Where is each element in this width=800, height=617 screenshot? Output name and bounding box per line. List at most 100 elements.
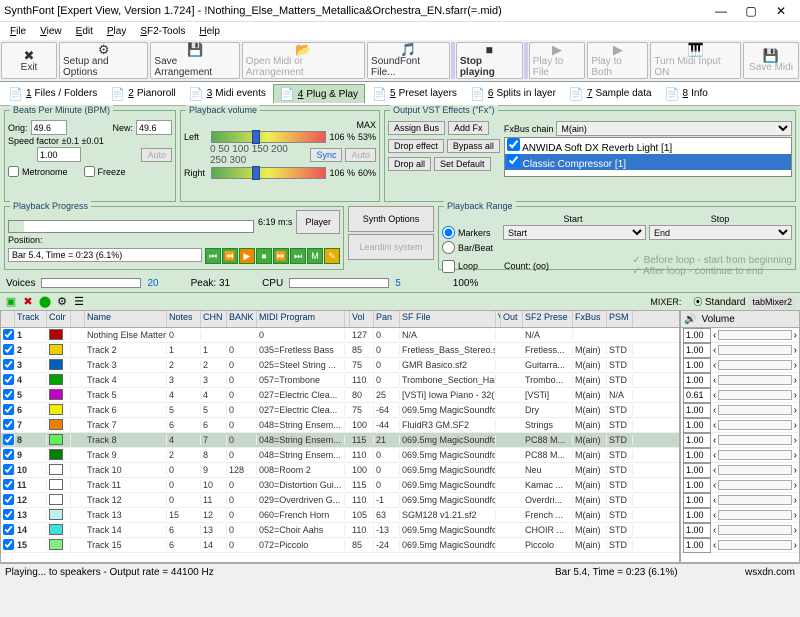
table-row[interactable]: 5 Track 5 4 4 0 027=Electric Clea... 80 … bbox=[1, 388, 679, 403]
mix-value[interactable] bbox=[683, 493, 711, 508]
metronome-check[interactable] bbox=[8, 166, 19, 177]
sync-button[interactable]: Sync bbox=[310, 148, 342, 162]
mix-slider[interactable] bbox=[718, 510, 791, 520]
stop-icon[interactable]: ⏹ bbox=[256, 248, 272, 264]
tb-setup-and-options[interactable]: ⚙Setup and Options bbox=[59, 42, 148, 79]
col-header[interactable]: CHN bbox=[201, 311, 227, 327]
menu-edit[interactable]: Edit bbox=[70, 25, 99, 38]
col-header[interactable]: SF2 Prese bbox=[523, 311, 573, 327]
fx-item[interactable]: Classic Compressor [1] bbox=[505, 154, 791, 170]
table-row[interactable]: 10 Track 10 0 9 128 008=Room 2 100 0 069… bbox=[1, 463, 679, 478]
mix-slider[interactable] bbox=[718, 450, 791, 460]
end-select[interactable]: End bbox=[649, 225, 792, 240]
table-row[interactable]: 14 Track 14 6 13 0 052=Choir Aahs 110 -1… bbox=[1, 523, 679, 538]
bpm-new[interactable] bbox=[136, 120, 172, 135]
drop-effect[interactable]: Drop effect bbox=[388, 139, 444, 153]
mix-value[interactable] bbox=[683, 343, 711, 358]
x-icon[interactable]: ✖ bbox=[21, 295, 35, 309]
mix-slider[interactable] bbox=[718, 330, 791, 340]
tab-plug-play[interactable]: 📄4 Plug & Play bbox=[273, 84, 365, 103]
end-icon[interactable]: ⏭ bbox=[290, 248, 306, 264]
tab-info[interactable]: 📄8 Info bbox=[659, 85, 714, 103]
table-row[interactable]: 12 Track 12 0 11 0 029=Overdriven G... 1… bbox=[1, 493, 679, 508]
player-button[interactable]: Player bbox=[296, 210, 340, 234]
table-row[interactable]: 2 Track 2 1 1 0 035=Fretless Bass 85 0 F… bbox=[1, 343, 679, 358]
mix-value[interactable] bbox=[683, 508, 711, 523]
table-row[interactable]: 6 Track 6 5 5 0 027=Electric Clea... 75 … bbox=[1, 403, 679, 418]
edit-icon[interactable]: ✎ bbox=[324, 248, 340, 264]
mix-value[interactable] bbox=[683, 418, 711, 433]
table-row[interactable]: 15 Track 15 6 14 0 072=Piccolo 85 -24 06… bbox=[1, 538, 679, 553]
col-header[interactable]: MIDI Program bbox=[257, 311, 345, 327]
mix-value[interactable] bbox=[683, 448, 711, 463]
tab-pianoroll[interactable]: 📄2 Pianoroll bbox=[104, 85, 181, 103]
mix-value[interactable] bbox=[683, 523, 711, 538]
col-header[interactable]: Name bbox=[85, 311, 167, 327]
check-icon[interactable]: ▣ bbox=[4, 295, 18, 309]
fwd-icon[interactable]: ⏩ bbox=[273, 248, 289, 264]
mix-value[interactable] bbox=[683, 463, 711, 478]
fx-item[interactable]: ANWIDA Soft DX Reverb Light [1] bbox=[505, 138, 791, 154]
close-button[interactable]: ✕ bbox=[766, 2, 796, 20]
fx-list[interactable]: ANWIDA Soft DX Reverb Light [1] Classic … bbox=[504, 137, 792, 177]
tb-soundfont-file-[interactable]: 🎵SoundFont File... bbox=[367, 42, 450, 79]
gear-icon[interactable]: ⚙ bbox=[55, 295, 69, 309]
mix-value[interactable] bbox=[683, 388, 711, 403]
table-row[interactable]: 8 Track 8 4 7 0 048=String Ensem... 115 … bbox=[1, 433, 679, 448]
col-header[interactable]: Out bbox=[501, 311, 523, 327]
marker-icon[interactable]: M bbox=[307, 248, 323, 264]
col-header[interactable]: FxBus bbox=[573, 311, 607, 327]
table-row[interactable]: 7 Track 7 6 6 0 048=String Ensem... 100 … bbox=[1, 418, 679, 433]
mix-slider[interactable] bbox=[718, 420, 791, 430]
vol-auto[interactable]: Auto bbox=[345, 148, 376, 162]
circle-icon[interactable]: ⬤ bbox=[38, 295, 52, 309]
mix-slider[interactable] bbox=[718, 435, 791, 445]
table-row[interactable]: 11 Track 11 0 10 0 030=Distortion Gui...… bbox=[1, 478, 679, 493]
leardini[interactable]: Leardini system bbox=[348, 234, 434, 260]
add-fx[interactable]: Add Fx bbox=[448, 121, 489, 135]
markers-radio[interactable] bbox=[442, 226, 455, 239]
table-row[interactable]: 4 Track 4 3 3 0 057=Trombone 110 0 Tromb… bbox=[1, 373, 679, 388]
mix-value[interactable] bbox=[683, 328, 711, 343]
mix-value[interactable] bbox=[683, 433, 711, 448]
col-header[interactable]: SF File bbox=[400, 311, 496, 327]
mix-slider[interactable] bbox=[718, 405, 791, 415]
right-volume-slider[interactable] bbox=[211, 167, 326, 179]
mix-value[interactable] bbox=[683, 478, 711, 493]
menu-sf2-tools[interactable]: SF2-Tools bbox=[134, 25, 191, 38]
tab-midi-events[interactable]: 📄3 Midi events bbox=[183, 85, 272, 103]
rewind-icon[interactable]: ⏮ bbox=[205, 248, 221, 264]
menu-view[interactable]: View bbox=[34, 25, 68, 38]
tab-files-folders[interactable]: 📄1 Files / Folders bbox=[2, 85, 103, 103]
tb-exit[interactable]: ✖Exit bbox=[1, 42, 57, 79]
mix-slider[interactable] bbox=[718, 525, 791, 535]
bpm-orig[interactable] bbox=[31, 120, 67, 135]
tab-splits-in-layer[interactable]: 📄6 Splits in layer bbox=[464, 85, 562, 103]
mix-value[interactable] bbox=[683, 373, 711, 388]
mix-slider[interactable] bbox=[718, 390, 791, 400]
tb-save-arrangement[interactable]: 💾Save Arrangement bbox=[150, 42, 239, 79]
tab-preset-layers[interactable]: 📄5 Preset layers bbox=[366, 85, 463, 103]
col-header[interactable] bbox=[71, 311, 85, 327]
menu-help[interactable]: Help bbox=[193, 25, 226, 38]
table-row[interactable]: 1 Nothing Else Matters - 0 0 127 0 N/A N… bbox=[1, 328, 679, 343]
table-row[interactable]: 13 Track 13 15 12 0 060=French Horn 105 … bbox=[1, 508, 679, 523]
mix-slider[interactable] bbox=[718, 345, 791, 355]
menu-file[interactable]: File bbox=[4, 25, 32, 38]
loop-check[interactable] bbox=[442, 260, 455, 273]
bpm-auto[interactable]: Auto bbox=[141, 148, 172, 162]
col-header[interactable]: PSM bbox=[607, 311, 633, 327]
start-select[interactable]: Start bbox=[503, 225, 646, 240]
progress-bar[interactable] bbox=[8, 220, 254, 233]
tb-stop-playing[interactable]: ⏹Stop playing bbox=[456, 42, 523, 79]
speed-factor[interactable] bbox=[37, 147, 81, 162]
left-volume-slider[interactable] bbox=[211, 131, 326, 143]
mix-slider[interactable] bbox=[718, 480, 791, 490]
mix-slider[interactable] bbox=[718, 540, 791, 550]
table-row[interactable]: 9 Track 9 2 8 0 048=String Ensem... 110 … bbox=[1, 448, 679, 463]
col-header[interactable]: Notes bbox=[167, 311, 201, 327]
col-header[interactable]: Pan bbox=[374, 311, 400, 327]
tab-sample-data[interactable]: 📄7 Sample data bbox=[563, 85, 658, 103]
col-header[interactable]: Vol bbox=[350, 311, 374, 327]
mix-value[interactable] bbox=[683, 358, 711, 373]
